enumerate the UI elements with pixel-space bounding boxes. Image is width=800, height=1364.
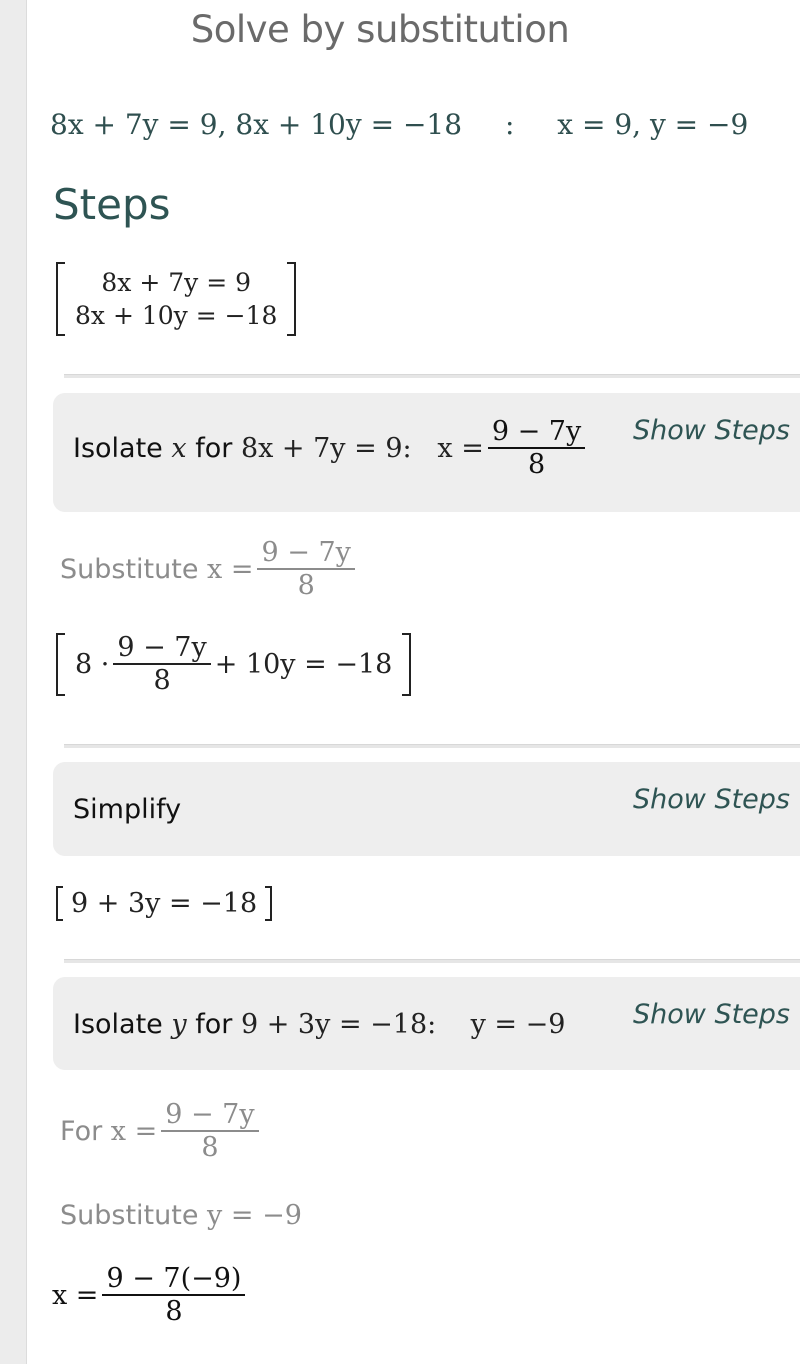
step-equation: 9 + 3y = −18:: [240, 1009, 437, 1040]
step-isolate-x: Isolate x for 8x + 7y = 9: x = 9 − 7y 8 …: [53, 393, 800, 512]
problem-separator: :: [504, 108, 515, 141]
divider: [64, 374, 800, 378]
left-rail: [0, 0, 27, 1364]
step-variable: x: [171, 432, 187, 464]
fraction-denominator: 8: [165, 1295, 183, 1327]
result-lhs: x =: [437, 432, 484, 464]
right-bracket: [287, 262, 297, 336]
divider: [64, 744, 800, 748]
fraction-denominator: 8: [201, 1131, 219, 1163]
show-steps-button[interactable]: Show Steps: [633, 999, 790, 1030]
substitute-label: Substitute: [60, 553, 199, 585]
step-prefix: Isolate: [73, 1009, 163, 1040]
system-equation-2: 8x + 10y = −18: [75, 301, 278, 330]
substituted-fraction: 9 − 7y 8: [113, 633, 211, 696]
problem-statement: 8x + 7y = 9, 8x + 10y = −18 : x = 9, y =…: [50, 108, 748, 141]
fraction-numerator: 9 − 7(−9): [102, 1264, 246, 1296]
substitute-x-line: Substitute x = 9 − 7y 8: [60, 538, 359, 601]
step-for-word: for: [195, 1009, 233, 1040]
right-bracket: [402, 633, 412, 696]
system-equation-1: 8x + 7y = 9: [101, 268, 251, 297]
step-simplify: Simplify Show Steps: [53, 762, 800, 856]
substitute-lhs: x =: [207, 553, 254, 585]
divider: [64, 959, 800, 963]
step-prefix: Isolate: [73, 432, 163, 464]
step-variable: y: [171, 1009, 187, 1040]
final-fraction: 9 − 7(−9) 8: [102, 1264, 246, 1327]
for-x-line: For x = 9 − 7y 8: [60, 1100, 263, 1163]
substituted-equation: 8 · 9 − 7y 8 + 10y = −18: [56, 633, 412, 696]
page-title: Solve by substitution: [190, 8, 570, 51]
simplified-equation: 9 + 3y = −18: [56, 886, 273, 921]
final-expression: x = 9 − 7(−9) 8: [52, 1264, 249, 1327]
fraction-denominator: 8: [153, 664, 171, 696]
show-steps-button[interactable]: Show Steps: [633, 784, 790, 815]
step-isolate-y: Isolate y for 9 + 3y = −18: y = −9 Show …: [53, 977, 800, 1070]
final-lhs: x =: [52, 1279, 99, 1311]
problem-solution: x = 9, y = −9: [557, 108, 749, 141]
for-lhs: x =: [110, 1115, 158, 1147]
step-for-word: for: [195, 432, 233, 464]
fraction-numerator: 9 − 7y: [161, 1100, 259, 1132]
fraction-numerator: 9 − 7y: [487, 417, 586, 449]
steps-heading: Steps: [53, 180, 171, 229]
problem-equations: 8x + 7y = 9, 8x + 10y = −18: [50, 108, 463, 141]
step-equation: 8x + 7y = 9:: [240, 432, 412, 464]
fraction-numerator: 9 − 7y: [113, 633, 211, 665]
substitute-expression: y = −9: [207, 1200, 302, 1231]
equation-rest: + 10y = −18: [214, 648, 393, 680]
right-bracket: [265, 886, 273, 921]
left-bracket: [56, 262, 65, 336]
simplified-equation-text: 9 + 3y = −18: [71, 888, 258, 919]
for-fraction: 9 − 7y 8: [161, 1100, 259, 1163]
fraction-denominator: 8: [297, 569, 315, 601]
substitute-fraction: 9 − 7y 8: [257, 538, 355, 601]
result-fraction: 9 − 7y 8: [487, 417, 586, 480]
left-bracket: [56, 886, 63, 921]
show-steps-button[interactable]: Show Steps: [633, 415, 790, 446]
left-bracket: [56, 633, 65, 696]
substitute-y-line: Substitute y = −9: [60, 1200, 302, 1231]
coefficient: 8 ·: [75, 648, 110, 680]
step-label: Simplify: [73, 794, 182, 825]
step-result: y = −9: [470, 1009, 566, 1040]
substitute-label: Substitute: [60, 1200, 199, 1231]
fraction-denominator: 8: [527, 448, 546, 480]
equation-system: 8x + 7y = 9 8x + 10y = −18: [56, 262, 297, 336]
fraction-numerator: 9 − 7y: [257, 538, 355, 570]
for-label: For: [60, 1115, 103, 1147]
